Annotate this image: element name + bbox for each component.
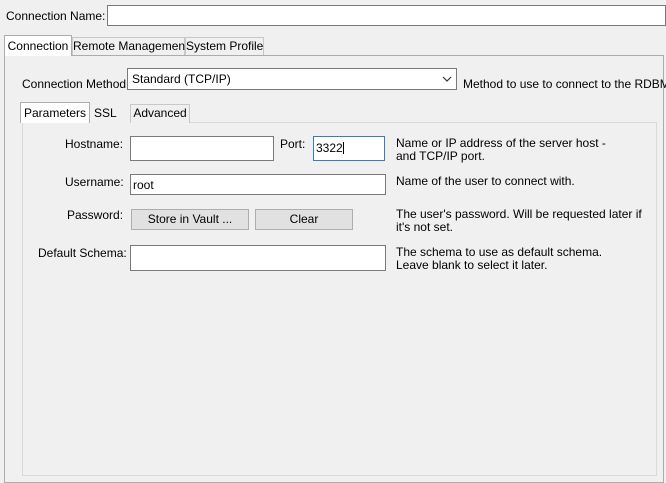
default-schema-help: The schema to use as default schema. Lea…	[396, 245, 603, 272]
connection-name-input[interactable]	[107, 5, 666, 26]
tab-connection[interactable]: Connection	[4, 35, 72, 56]
store-in-vault-button[interactable]: Store in Vault ...	[131, 209, 249, 230]
default-schema-label: Default Schema:	[38, 246, 127, 260]
tab-ssl[interactable]: SSL	[90, 105, 130, 123]
tab-advanced[interactable]: Advanced	[130, 104, 190, 123]
username-input[interactable]: root	[130, 174, 386, 195]
port-input[interactable]: 3322	[313, 136, 385, 161]
clear-password-button[interactable]: Clear	[255, 209, 353, 230]
hostname-help: Name or IP address of the server host - …	[396, 136, 606, 163]
port-value: 3322	[316, 141, 343, 155]
connection-method-value: Standard (TCP/IP)	[132, 72, 231, 86]
connection-method-select[interactable]: Standard (TCP/IP)	[127, 68, 457, 90]
default-schema-input[interactable]	[130, 245, 386, 271]
connection-name-label: Connection Name:	[6, 9, 106, 23]
connection-method-help: Method to use to connect to the RDBMS	[463, 77, 666, 91]
connection-method-label: Connection Method:	[22, 77, 130, 91]
tab-system-profile[interactable]: System Profile	[185, 37, 264, 55]
tab-remote-management[interactable]: Remote Management	[72, 37, 188, 55]
hostname-input[interactable]	[130, 136, 274, 161]
chevron-down-icon	[442, 73, 452, 83]
password-help: The user's password. Will be requested l…	[396, 207, 642, 234]
password-label: Password:	[67, 208, 124, 222]
username-label: Username:	[65, 175, 124, 189]
text-caret	[342, 142, 344, 154]
tab-parameters[interactable]: Parameters	[20, 102, 90, 123]
hostname-label: Hostname:	[65, 137, 124, 151]
port-label: Port:	[280, 137, 306, 151]
username-help: Name of the user to connect with.	[396, 174, 575, 188]
